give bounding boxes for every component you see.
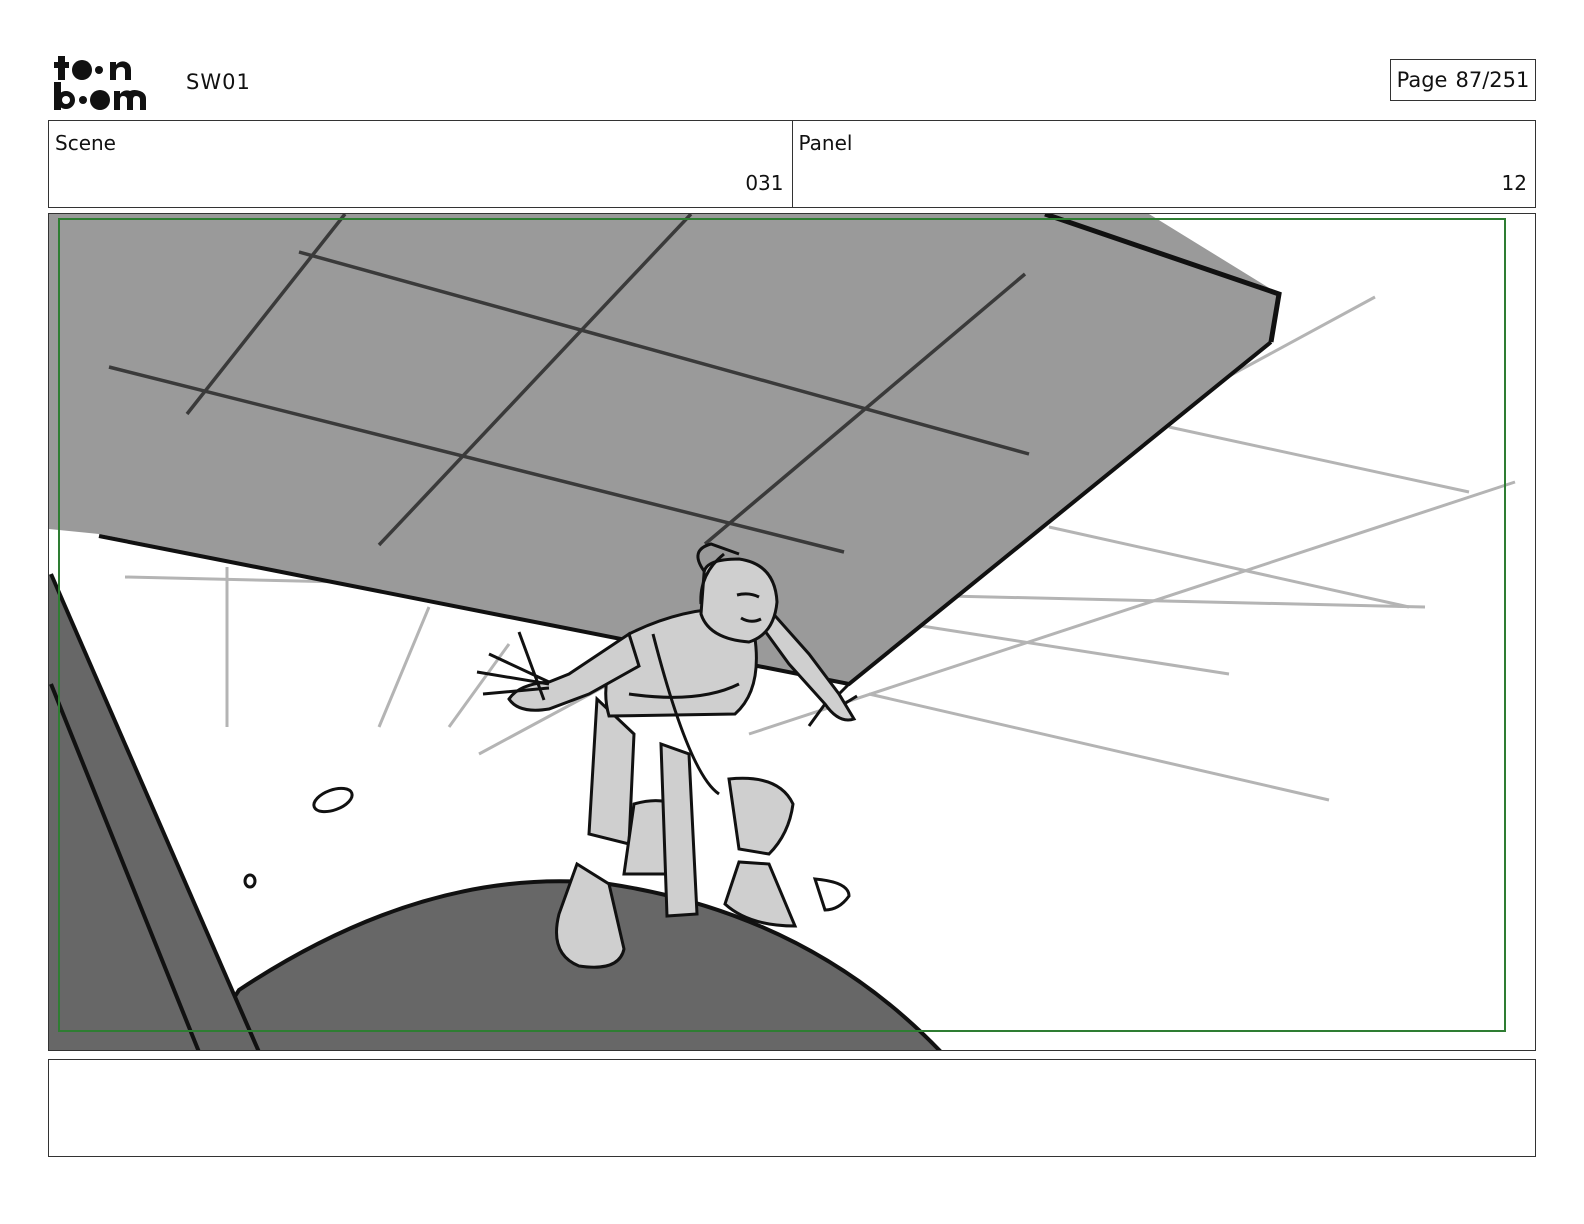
page-number: 87/251 [1455, 68, 1530, 92]
scene-label: Scene [55, 131, 116, 155]
project-name: SW01 [186, 70, 251, 94]
panel-number: 12 [1501, 171, 1527, 195]
scene-panel-header: Scene 031 Panel 12 [48, 120, 1536, 208]
storyboard-sketch [49, 214, 1516, 1050]
panel-notes-box[interactable] [48, 1059, 1536, 1157]
ceiling-slab [49, 214, 1282, 687]
scene-number: 031 [745, 171, 784, 195]
page-indicator: Page 87/251 [1390, 59, 1536, 101]
storyboard-panel-image [48, 213, 1536, 1051]
toon-boom-logo [54, 56, 146, 110]
panel-cell: Panel 12 [791, 121, 1536, 207]
panel-label: Panel [798, 131, 853, 155]
scene-cell: Scene 031 [49, 121, 792, 207]
page-label: Page [1396, 68, 1448, 92]
